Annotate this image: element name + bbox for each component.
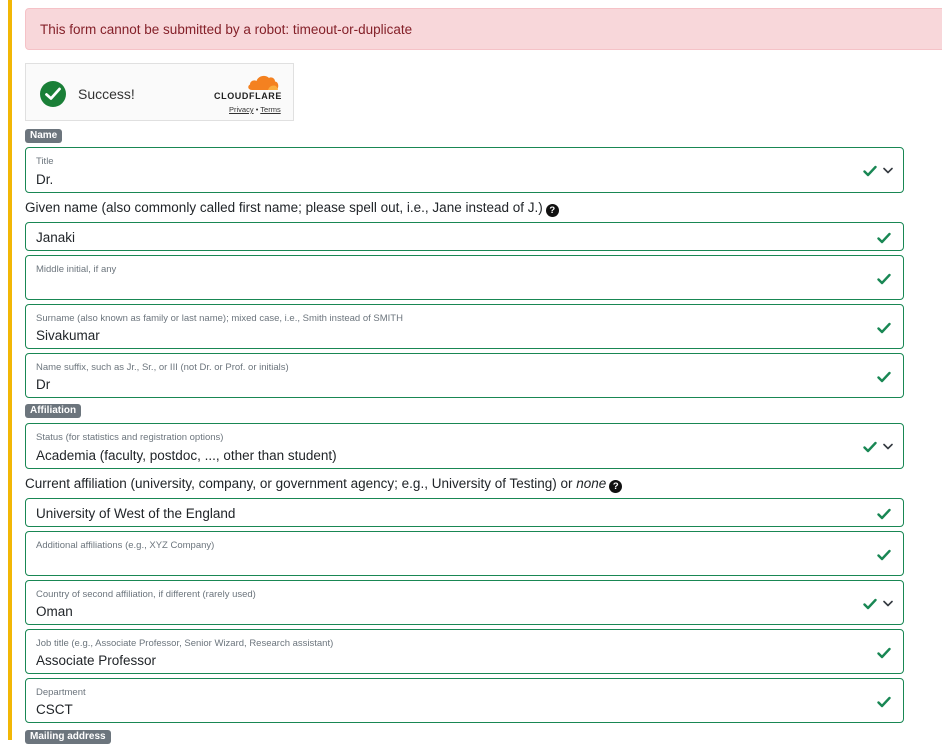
additional-affiliations-label: Additional affiliations (e.g., XYZ Compa… <box>36 540 215 551</box>
affiliation-label-text: Current affiliation (university, company… <box>25 476 573 491</box>
valid-check-icon <box>877 322 891 334</box>
valid-check-icon <box>877 273 891 285</box>
captcha-status: Success! <box>78 86 135 102</box>
success-check-icon <box>40 81 66 107</box>
cloudflare-wordmark: CLOUDFLARE <box>214 91 282 101</box>
name-suffix-input[interactable]: Name suffix, such as Jr., Sr., or III (n… <box>25 353 904 398</box>
surname-input[interactable]: Surname (also known as family or last na… <box>25 304 904 349</box>
affiliation-value: University of West of the England <box>36 506 236 521</box>
robot-error-alert: This form cannot be submitted by a robot… <box>25 8 942 50</box>
job-title-label: Job title (e.g., Associate Professor, Se… <box>36 638 334 649</box>
title-value: Dr. <box>36 172 54 187</box>
given-name-input[interactable]: Janaki <box>25 222 904 251</box>
valid-check-icon <box>877 232 891 244</box>
affiliation-label: Current affiliation (university, company… <box>25 476 623 493</box>
additional-affiliations-input[interactable]: Additional affiliations (e.g., XYZ Compa… <box>25 531 904 576</box>
valid-check-icon <box>877 371 891 383</box>
second-country-label: Country of second affiliation, if differ… <box>36 589 256 600</box>
name-suffix-label: Name suffix, such as Jr., Sr., or III (n… <box>36 362 289 373</box>
valid-check-icon <box>863 165 877 177</box>
cloudflare-turnstile-widget[interactable]: Success! CLOUDFLARE Privacy • Terms <box>25 63 294 121</box>
section-badge-affiliation: Affiliation <box>25 404 82 418</box>
valid-check-icon <box>863 598 877 610</box>
cloudflare-cloud-icon <box>248 75 279 90</box>
help-question-icon[interactable]: ? <box>609 480 623 493</box>
cloudflare-links: Privacy • Terms <box>229 105 281 114</box>
status-value: Academia (faculty, postdoc, ..., other t… <box>36 448 337 463</box>
title-select[interactable]: Title Dr. <box>25 147 904 193</box>
title-label: Title <box>36 156 54 167</box>
valid-check-icon <box>877 549 891 561</box>
affiliation-label-none: none <box>576 476 607 491</box>
chevron-down-icon <box>883 167 893 174</box>
section-badge-mailing-address: Mailing address <box>25 730 111 744</box>
middle-initial-input[interactable]: Middle initial, if any <box>25 255 904 300</box>
surname-value: Sivakumar <box>36 328 100 343</box>
chevron-down-icon <box>883 600 893 607</box>
valid-check-icon <box>877 508 891 520</box>
alert-text: This form cannot be submitted by a robot… <box>40 22 413 37</box>
valid-check-icon <box>877 647 891 659</box>
second-country-value: Oman <box>36 604 73 619</box>
privacy-link[interactable]: Privacy <box>229 105 254 114</box>
valid-check-icon <box>877 696 891 708</box>
second-country-select[interactable]: Country of second affiliation, if differ… <box>25 580 904 625</box>
section-badge-name: Name <box>25 129 63 143</box>
middle-initial-label: Middle initial, if any <box>36 264 117 275</box>
department-input[interactable]: Department CSCT <box>25 678 904 723</box>
link-separator: • <box>255 105 259 114</box>
job-title-input[interactable]: Job title (e.g., Associate Professor, Se… <box>25 629 904 674</box>
surname-label: Surname (also known as family or last na… <box>36 313 403 324</box>
status-label: Status (for statistics and registration … <box>36 432 224 443</box>
terms-link[interactable]: Terms <box>260 105 280 114</box>
job-title-value: Associate Professor <box>36 653 157 668</box>
chevron-down-icon <box>883 443 893 450</box>
help-question-icon[interactable]: ? <box>545 204 559 217</box>
given-name-label: Given name (also commonly called first n… <box>25 200 559 217</box>
affiliation-input[interactable]: University of West of the England <box>25 498 904 527</box>
department-value: CSCT <box>36 702 73 717</box>
department-label: Department <box>36 687 86 698</box>
left-accent-bar <box>8 0 12 740</box>
name-suffix-value: Dr <box>36 377 51 392</box>
valid-check-icon <box>863 441 877 453</box>
status-select[interactable]: Status (for statistics and registration … <box>25 423 904 469</box>
given-name-label-text: Given name (also commonly called first n… <box>25 200 543 215</box>
given-name-value: Janaki <box>36 230 76 245</box>
